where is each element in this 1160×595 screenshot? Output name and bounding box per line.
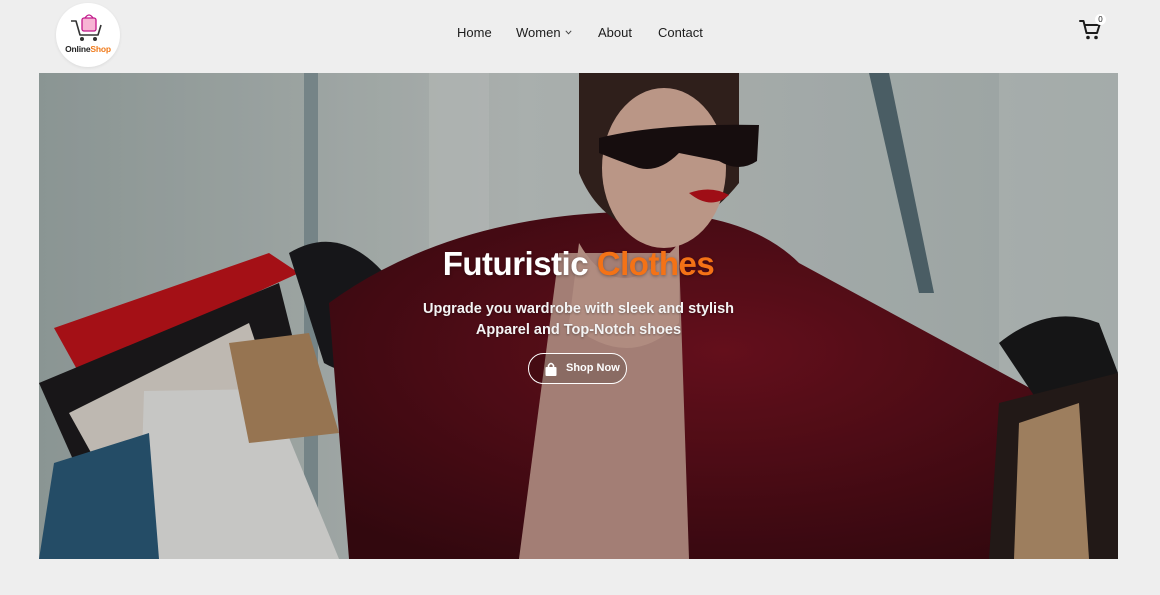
hero-banner: Futuristic Clothes Upgrade you wardrobe … <box>39 73 1118 559</box>
nav-women[interactable]: Women <box>516 25 572 40</box>
hero-subtitle-line2: Apparel and Top-Notch shoes <box>475 322 682 338</box>
nav-home[interactable]: Home <box>457 25 492 40</box>
hero-title-main: Futuristic <box>442 245 589 282</box>
main-nav: Home Women About Contact <box>0 0 1160 68</box>
nav-contact[interactable]: Contact <box>658 25 703 40</box>
shopping-bag-icon <box>545 362 557 376</box>
shop-now-button[interactable]: Shop Now <box>528 353 627 384</box>
site-header: OnlineShop Home Women About Contact 0 <box>0 0 1160 72</box>
chevron-down-icon <box>564 30 572 35</box>
hero-subtitle-line1: Upgrade you wardrobe with sleek and styl… <box>422 301 735 317</box>
nav-about[interactable]: About <box>598 25 632 40</box>
shop-now-label: Shop Now <box>566 362 620 374</box>
hero-title: Futuristic Clothes <box>39 245 1118 283</box>
hero-subtitle: Upgrade you wardrobe with sleek and styl… <box>39 299 1118 341</box>
nav-women-label: Women <box>516 25 561 40</box>
hero-title-accent: Clothes <box>596 245 715 282</box>
cart-count-badge: 0 <box>1095 14 1106 25</box>
